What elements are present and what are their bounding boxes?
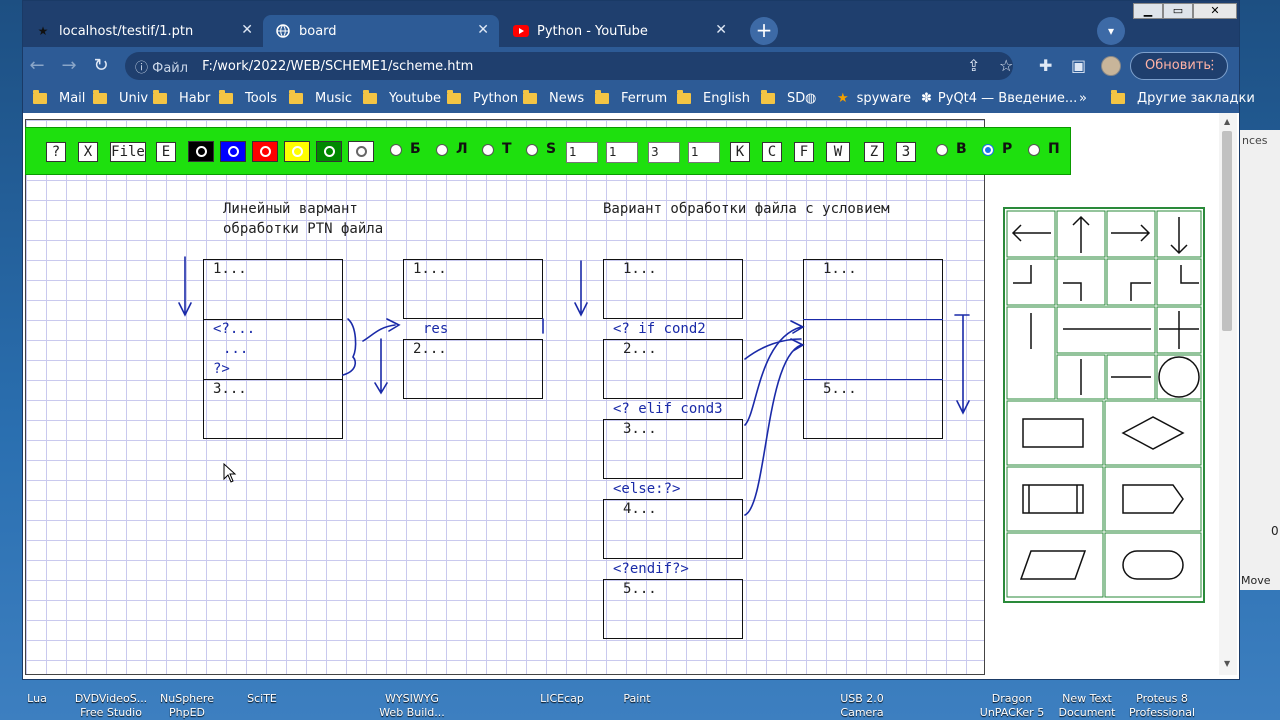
mode-r-label: Р: [1002, 141, 1013, 157]
bookmark-habr[interactable]: Habr: [153, 90, 210, 106]
hand-drawn-strokes: [178, 256, 970, 516]
bookmark-music[interactable]: Music: [289, 90, 352, 106]
tab-testif[interactable]: ★ localhost/testif/1.ptn ✕: [23, 15, 263, 47]
avatar[interactable]: [1101, 56, 1121, 76]
tab-title: Python - YouTube: [537, 23, 648, 39]
folder-icon: [289, 90, 303, 104]
extensions-icon[interactable]: ✚: [1039, 56, 1052, 75]
file-label: Файл: [152, 60, 189, 76]
share-icon[interactable]: ⇪: [967, 56, 980, 75]
desktop-icon-usb-camera[interactable]: USB 2.0 Camera: [817, 692, 907, 720]
background-app-label: nces: [1242, 134, 1268, 147]
close-icon[interactable]: ✕: [477, 22, 489, 38]
close-window-button[interactable]: ✕: [1193, 3, 1237, 19]
scrollbar-thumb[interactable]: [1222, 131, 1232, 331]
globe-icon: ◍: [805, 91, 817, 106]
folder-icon: [523, 90, 537, 104]
youtube-icon: [513, 23, 529, 39]
bookmark-globe[interactable]: ◍: [805, 91, 816, 106]
page-content: ? X File E Б Л Т S 1 1 3 1 K C F W Z З В…: [23, 113, 1239, 679]
bookmark-univ[interactable]: Univ: [93, 90, 148, 106]
tab-title: localhost/testif/1.ptn: [59, 23, 194, 39]
tab-bar: ★ localhost/testif/1.ptn ✕ board ✕ Pytho…: [23, 1, 1239, 47]
close-icon[interactable]: ✕: [241, 22, 253, 38]
bookmark-pyqt[interactable]: ✽ PyQt4 — Введение...: [921, 91, 1077, 106]
tab-search-button[interactable]: ▾: [1097, 17, 1125, 45]
mode-radio-p[interactable]: [1028, 144, 1040, 156]
pyqt-icon: ✽: [921, 91, 932, 106]
page-scrollbar[interactable]: ▲ ▼: [1219, 113, 1237, 675]
desktop-icons: Lua DVDVideoS... Free Studio NuSphere PhpE…: [0, 680, 1280, 720]
bookmark-other[interactable]: Другие закладки: [1111, 90, 1255, 106]
background-app-window: nces 0 Move: [1238, 130, 1280, 590]
info-icon[interactable]: ⓘ Файл: [135, 57, 188, 76]
update-button[interactable]: Обновить ⋮: [1130, 52, 1228, 80]
folder-icon: [363, 90, 377, 104]
address-bar-row: ← → ↻ ⓘ Файл F:/work/2022/WEB/SCHEME1/sc…: [23, 47, 1239, 85]
mouse-cursor-icon: [223, 463, 237, 483]
forward-arrow-icon[interactable]: →: [57, 55, 81, 77]
globe-icon: [275, 23, 291, 39]
minimize-button[interactable]: ▁: [1133, 3, 1163, 19]
folder-icon: [1111, 90, 1125, 104]
folder-icon: [219, 90, 233, 104]
bookmark-ferrum[interactable]: Ferrum: [595, 90, 667, 106]
background-app-value: 0: [1271, 524, 1279, 538]
scroll-up-icon[interactable]: ▲: [1224, 117, 1230, 126]
star-icon: ★: [837, 91, 849, 106]
bookmark-mail[interactable]: Mail: [33, 90, 85, 106]
bookmark-spyware[interactable]: ★ spyware: [837, 91, 911, 106]
sidebar-icon[interactable]: ▣: [1071, 56, 1086, 75]
desktop-icon-paint[interactable]: Paint: [592, 692, 682, 706]
scroll-down-icon[interactable]: ▼: [1224, 659, 1230, 668]
close-icon[interactable]: ✕: [715, 22, 727, 38]
tab-title: board: [299, 23, 337, 39]
bookmarks-more[interactable]: »: [1079, 91, 1087, 106]
bookmark-sd[interactable]: SD: [761, 90, 805, 106]
bookmarks-bar: Mail Univ Habr Tools Music Youtube Pytho…: [23, 85, 1255, 113]
url-field[interactable]: ⓘ Файл F:/work/2022/WEB/SCHEME1/scheme.h…: [125, 52, 1013, 80]
folder-icon: [93, 90, 107, 104]
star-icon: ★: [37, 24, 49, 38]
tab-python-youtube[interactable]: Python - YouTube ✕: [501, 15, 737, 47]
bookmark-tools[interactable]: Tools: [219, 90, 277, 106]
back-arrow-icon[interactable]: ←: [25, 55, 49, 77]
folder-icon: [153, 90, 167, 104]
shape-palette: [1003, 207, 1205, 603]
folder-icon: [761, 90, 775, 104]
bookmark-star-icon[interactable]: ☆: [999, 56, 1013, 75]
folder-icon: [33, 90, 47, 104]
mode-p-label: П: [1048, 141, 1060, 157]
menu-dots-icon[interactable]: ⋮: [1206, 53, 1219, 79]
bookmark-youtube[interactable]: Youtube: [363, 90, 441, 106]
background-app-move-label: Move: [1241, 574, 1271, 587]
folder-icon: [447, 90, 461, 104]
new-tab-button[interactable]: +: [750, 17, 778, 45]
desktop-icon-scite[interactable]: SciTE: [217, 692, 307, 706]
desktop-icon-wysiwyg[interactable]: WYSIWYG Web Build...: [367, 692, 457, 720]
folder-icon: [595, 90, 609, 104]
reload-icon[interactable]: ↻: [89, 55, 113, 77]
tab-board[interactable]: board ✕: [263, 15, 499, 47]
maximize-button[interactable]: ▭: [1163, 3, 1193, 19]
bookmark-news[interactable]: News: [523, 90, 584, 106]
bookmark-english[interactable]: English: [677, 90, 750, 106]
browser-window: ★ localhost/testif/1.ptn ✕ board ✕ Pytho…: [22, 0, 1255, 680]
desktop-icon-proteus[interactable]: Proteus 8 Professional: [1117, 692, 1207, 720]
url-text: F:/work/2022/WEB/SCHEME1/scheme.htm: [202, 58, 474, 74]
folder-icon: [677, 90, 691, 104]
bookmark-python[interactable]: Python: [447, 90, 518, 106]
